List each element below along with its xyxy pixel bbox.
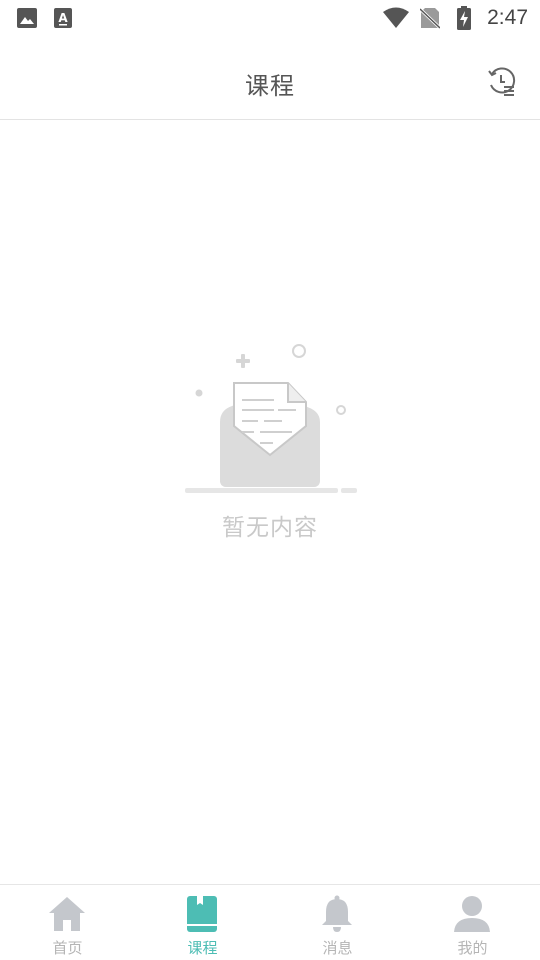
nav-item-messages[interactable]: 消息 bbox=[270, 885, 405, 960]
bottom-nav: 首页 课程 消息 我的 bbox=[0, 884, 540, 960]
wifi-icon bbox=[383, 5, 410, 31]
history-button[interactable] bbox=[486, 66, 518, 98]
page-title: 课程 bbox=[245, 72, 295, 100]
book-icon bbox=[182, 895, 222, 933]
history-icon bbox=[486, 67, 518, 102]
nav-label-home: 首页 bbox=[52, 939, 83, 957]
home-icon bbox=[47, 895, 87, 933]
nav-label-profile: 我的 bbox=[457, 939, 488, 957]
image-icon bbox=[17, 8, 37, 28]
svg-text:A: A bbox=[58, 11, 68, 25]
nav-item-course[interactable]: 课程 bbox=[135, 885, 270, 960]
bell-icon bbox=[317, 895, 357, 933]
status-time: 2:47 bbox=[487, 6, 528, 29]
text-a-icon: A bbox=[54, 8, 74, 28]
nav-label-messages: 消息 bbox=[322, 939, 353, 957]
nav-item-home[interactable]: 首页 bbox=[0, 885, 135, 960]
nav-item-profile[interactable]: 我的 bbox=[405, 885, 540, 960]
nav-label-course: 课程 bbox=[187, 939, 218, 957]
status-bar: A 2:47 bbox=[0, 0, 540, 36]
user-icon bbox=[452, 895, 492, 933]
app-header: 课程 bbox=[0, 36, 540, 120]
status-right-group: 2:47 bbox=[375, 4, 528, 32]
battery-charging-icon bbox=[451, 5, 477, 31]
empty-state-text: 暂无内容 bbox=[222, 515, 318, 541]
empty-mail-icon bbox=[180, 340, 360, 500]
no-sim-icon bbox=[417, 5, 443, 31]
